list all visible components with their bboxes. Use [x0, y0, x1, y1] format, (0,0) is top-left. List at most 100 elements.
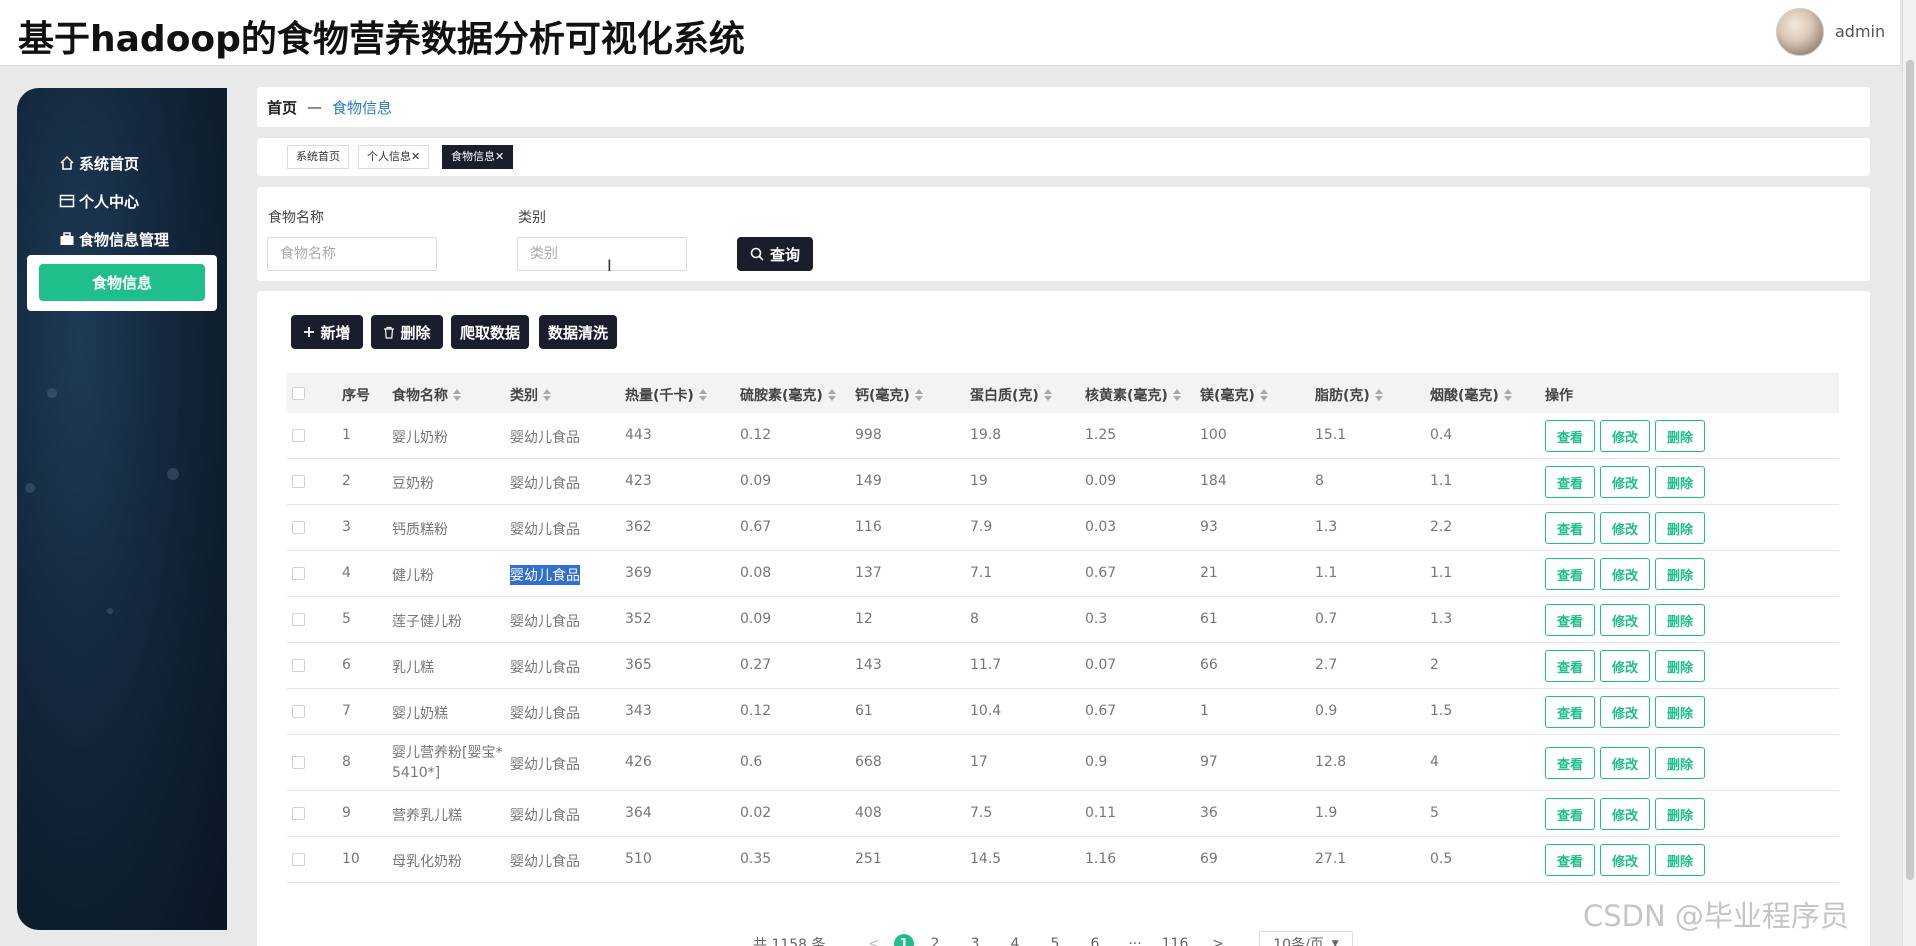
row-delete-button[interactable]: 删除 — [1655, 604, 1705, 636]
sidebar-item-food-management[interactable]: 食物信息管理 — [59, 227, 169, 251]
sort-icon[interactable] — [1503, 389, 1512, 401]
sort-icon[interactable] — [1172, 389, 1181, 401]
row-delete-button[interactable]: 删除 — [1655, 512, 1705, 544]
view-button[interactable]: 查看 — [1545, 420, 1595, 452]
sort-icon[interactable] — [698, 389, 707, 401]
row-checkbox[interactable] — [292, 567, 305, 580]
view-button[interactable]: 查看 — [1545, 696, 1595, 728]
category-input[interactable]: 类别 — [517, 237, 687, 271]
header-food-name[interactable]: 食物名称 — [392, 385, 461, 405]
page-5[interactable]: 5 — [1042, 931, 1068, 946]
cell-fat: 12.8 — [1315, 754, 1347, 770]
row-checkbox[interactable] — [292, 705, 305, 718]
data-clean-button[interactable]: 数据清洗 — [539, 315, 617, 349]
row-checkbox[interactable] — [292, 756, 305, 769]
sidebar-item-home[interactable]: 系统首页 — [59, 151, 139, 175]
next-page-button[interactable]: > — [1205, 931, 1231, 946]
edit-button[interactable]: 修改 — [1600, 420, 1650, 452]
user-avatar[interactable] — [1776, 8, 1824, 56]
header-niacin[interactable]: 烟酸(毫克) — [1430, 385, 1512, 405]
view-button[interactable]: 查看 — [1545, 466, 1595, 498]
sort-icon[interactable] — [1259, 389, 1268, 401]
table-body: 1 婴儿奶粉 婴幼儿食品 443 0.12 998 19.8 1.25 100 15.1 0.4 查看… — [287, 413, 1839, 883]
cell-magnesium: 36 — [1200, 805, 1218, 821]
header-magnesium[interactable]: 镁(毫克) — [1200, 385, 1268, 405]
query-button[interactable]: 查询 — [737, 237, 813, 271]
user-name[interactable]: admin — [1835, 22, 1885, 41]
edit-button[interactable]: 修改 — [1600, 512, 1650, 544]
header-calcium[interactable]: 钙(毫克) — [855, 385, 923, 405]
cell-riboflavin: 1.25 — [1085, 427, 1117, 443]
page-last[interactable]: 116 — [1157, 931, 1193, 946]
edit-button[interactable]: 修改 — [1600, 558, 1650, 590]
edit-button[interactable]: 修改 — [1600, 844, 1650, 876]
page-size-select[interactable]: 10条/页 ▼ — [1259, 931, 1353, 946]
edit-button[interactable]: 修改 — [1600, 696, 1650, 728]
page-4[interactable]: 4 — [1002, 931, 1028, 946]
page-3[interactable]: 3 — [962, 931, 988, 946]
row-checkbox[interactable] — [292, 807, 305, 820]
tab-system-home[interactable]: 系统首页 — [287, 145, 349, 169]
edit-button[interactable]: 修改 — [1600, 798, 1650, 830]
cell-name: 婴儿奶粉 — [392, 430, 448, 446]
sort-icon[interactable] — [914, 389, 923, 401]
row-checkbox[interactable] — [292, 475, 305, 488]
sort-icon[interactable] — [1374, 389, 1383, 401]
row-delete-button[interactable]: 删除 — [1655, 844, 1705, 876]
crawl-data-button[interactable]: 爬取数据 — [451, 315, 529, 349]
header-thiamine[interactable]: 硫胺素(毫克) — [740, 385, 836, 405]
row-delete-button[interactable]: 删除 — [1655, 696, 1705, 728]
tab-personal-info[interactable]: 个人信息✕ — [358, 145, 430, 169]
view-button[interactable]: 查看 — [1545, 650, 1595, 682]
edit-button[interactable]: 修改 — [1600, 650, 1650, 682]
header-calories[interactable]: 热量(千卡) — [625, 385, 707, 405]
sort-icon[interactable] — [1043, 389, 1052, 401]
row-delete-button[interactable]: 删除 — [1655, 747, 1705, 779]
edit-button[interactable]: 修改 — [1600, 604, 1650, 636]
select-all-checkbox[interactable] — [292, 387, 305, 400]
breadcrumb-home[interactable]: 首页 — [267, 97, 297, 118]
close-icon[interactable]: ✕ — [411, 150, 420, 163]
cell-no: 2 — [342, 473, 351, 489]
row-delete-button[interactable]: 删除 — [1655, 650, 1705, 682]
prev-page-button[interactable]: < — [861, 931, 887, 946]
tab-label: 个人信息 — [367, 150, 411, 163]
page-1[interactable]: 1 — [894, 934, 914, 946]
header-protein[interactable]: 蛋白质(克) — [970, 385, 1052, 405]
close-icon[interactable]: ✕ — [495, 150, 504, 163]
sort-icon[interactable] — [543, 389, 551, 401]
row-checkbox[interactable] — [292, 613, 305, 626]
row-checkbox[interactable] — [292, 429, 305, 442]
tab-food-info[interactable]: 食物信息✕ — [442, 145, 514, 169]
delete-button[interactable]: 删除 — [371, 315, 443, 349]
food-name-input[interactable]: 食物名称 — [267, 237, 437, 271]
view-button[interactable]: 查看 — [1545, 747, 1595, 779]
row-delete-button[interactable]: 删除 — [1655, 420, 1705, 452]
row-delete-button[interactable]: 删除 — [1655, 558, 1705, 590]
view-button[interactable]: 查看 — [1545, 512, 1595, 544]
edit-button[interactable]: 修改 — [1600, 747, 1650, 779]
view-button[interactable]: 查看 — [1545, 604, 1595, 636]
scrollbar-thumb[interactable] — [1906, 60, 1914, 880]
view-button[interactable]: 查看 — [1545, 798, 1595, 830]
row-delete-button[interactable]: 删除 — [1655, 798, 1705, 830]
page-6[interactable]: 6 — [1082, 931, 1108, 946]
row-checkbox[interactable] — [292, 853, 305, 866]
page-2[interactable]: 2 — [922, 931, 948, 946]
header-riboflavin[interactable]: 核黄素(毫克) — [1085, 385, 1181, 405]
row-delete-button[interactable]: 删除 — [1655, 466, 1705, 498]
view-button[interactable]: 查看 — [1545, 844, 1595, 876]
sort-icon[interactable] — [453, 389, 461, 401]
header-category[interactable]: 类别 — [510, 385, 551, 405]
sidebar-item-food-info[interactable]: 食物信息 — [39, 264, 205, 301]
sort-icon[interactable] — [827, 389, 836, 401]
edit-button[interactable]: 修改 — [1600, 466, 1650, 498]
page-scrollbar[interactable] — [1902, 0, 1916, 946]
row-checkbox[interactable] — [292, 521, 305, 534]
more-pages-icon[interactable]: ··· — [1122, 931, 1148, 946]
row-checkbox[interactable] — [292, 659, 305, 672]
add-button[interactable]: 新增 — [291, 315, 363, 349]
sidebar-item-profile[interactable]: 个人中心 — [59, 189, 139, 213]
view-button[interactable]: 查看 — [1545, 558, 1595, 590]
header-fat[interactable]: 脂肪(克) — [1315, 385, 1383, 405]
